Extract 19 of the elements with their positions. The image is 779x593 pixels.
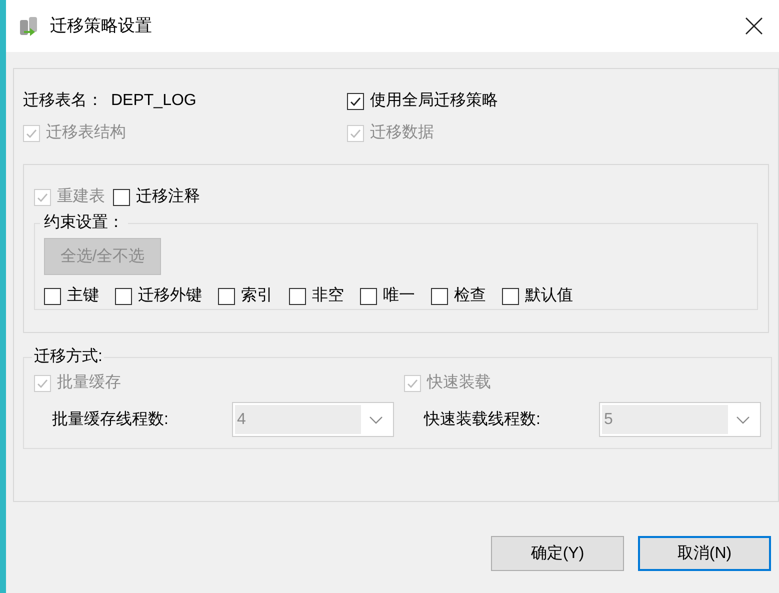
batch-threads-label: 批量缓存线程数: bbox=[52, 410, 170, 430]
checkbox[interactable]: 索引 bbox=[218, 284, 273, 308]
checkbox[interactable]: 迁移注释 bbox=[113, 185, 200, 209]
close-icon bbox=[745, 17, 763, 35]
dialog-button[interactable]: 确定(Y) bbox=[491, 536, 624, 571]
group-title: 迁移方式: bbox=[33, 346, 104, 367]
table-name-label: 迁移表名： bbox=[23, 90, 103, 111]
checkbox[interactable]: 使用全局迁移策略 bbox=[347, 89, 498, 113]
table-name-value: DEPT_LOG bbox=[111, 91, 196, 111]
window-title: 迁移策略设置 bbox=[50, 15, 152, 38]
fast-threads-label: 快速装载线程数: bbox=[424, 410, 542, 430]
checkbox[interactable]: 检查 bbox=[431, 284, 486, 308]
checkbox[interactable]: 非空 bbox=[289, 284, 344, 308]
dialog-button[interactable]: 取消(N) bbox=[638, 536, 771, 571]
checkbox[interactable]: 迁移外键 bbox=[115, 284, 202, 308]
checkbox[interactable]: 默认值 bbox=[502, 284, 573, 308]
checkbox[interactable]: 唯一 bbox=[360, 284, 415, 308]
group-title: 约束设置： bbox=[43, 212, 125, 233]
checkbox[interactable]: 主键 bbox=[44, 284, 99, 308]
